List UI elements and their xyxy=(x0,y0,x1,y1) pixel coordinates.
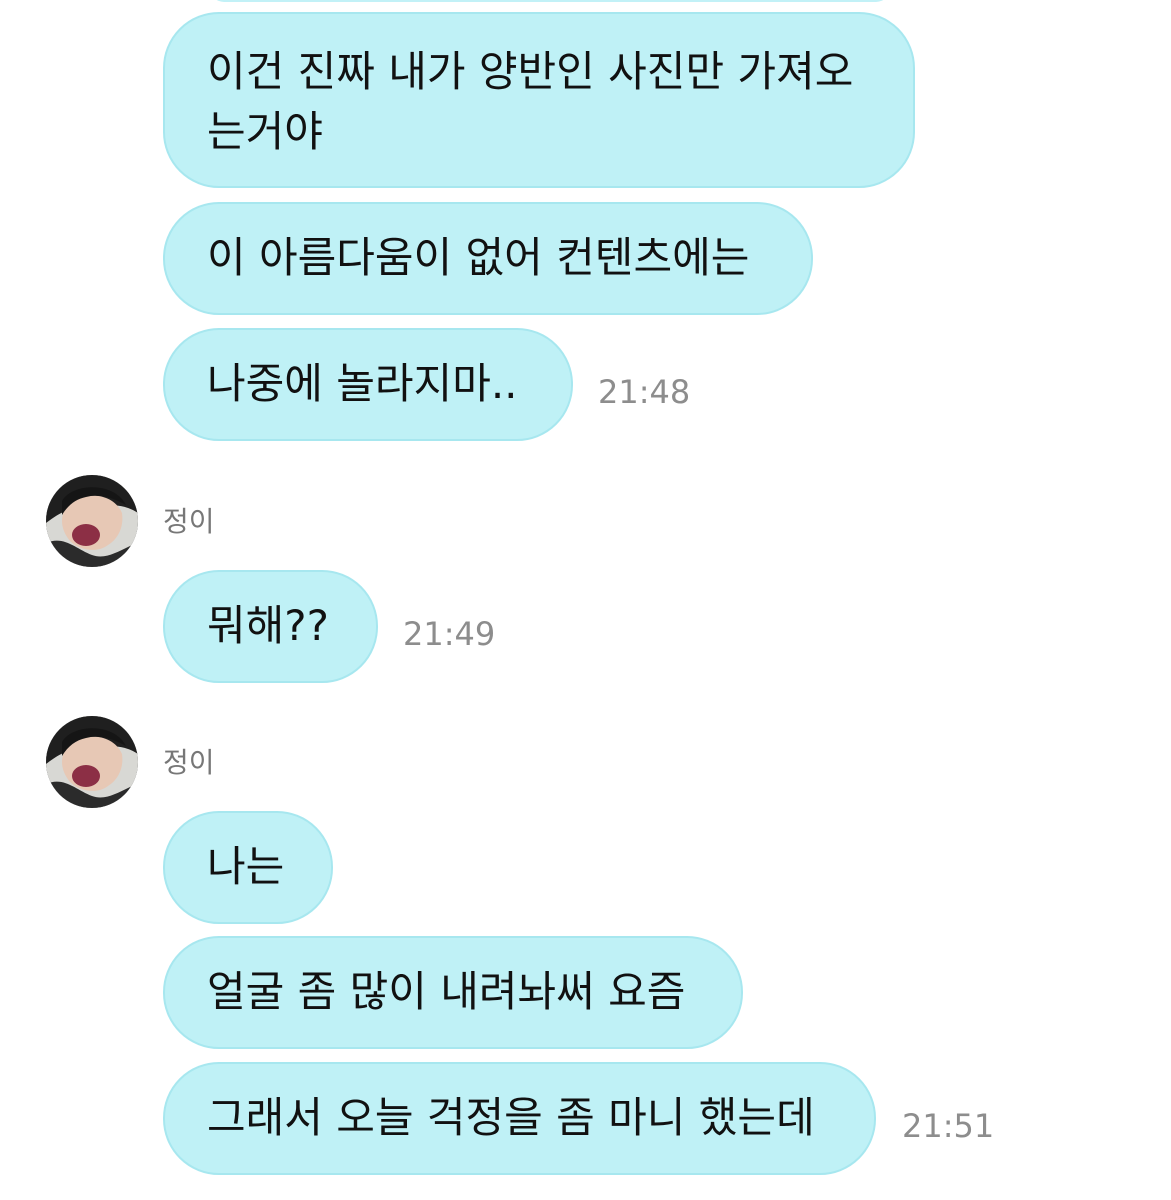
message-bubble[interactable]: 나는 xyxy=(163,811,333,924)
message-timestamp: 21:51 xyxy=(902,1107,995,1145)
message-bubble[interactable]: 이 아름다움이 없어 컨텐츠에는 xyxy=(163,202,813,315)
message-bubble[interactable]: 얼굴 좀 많이 내려놔써 요즘 xyxy=(163,936,743,1049)
message-bubble[interactable]: 나중에 놀라지마.. xyxy=(163,328,573,441)
chat-screen: 이건 진짜 내가 양반인 사진만 가져오 는거야 이 아름다움이 없어 컨텐츠에… xyxy=(0,0,1171,1200)
avatar[interactable] xyxy=(46,475,138,567)
profile-photo-icon xyxy=(46,716,138,808)
sender-name: 정이 xyxy=(163,746,215,779)
sender-name: 정이 xyxy=(163,505,215,538)
message-bubble[interactable]: 이건 진짜 내가 양반인 사진만 가져오 는거야 xyxy=(163,12,915,188)
message-timestamp: 21:49 xyxy=(403,615,496,653)
message-timestamp: 21:48 xyxy=(598,373,691,411)
previous-message-bubble-edge xyxy=(210,0,890,2)
avatar[interactable] xyxy=(46,716,138,808)
message-bubble[interactable]: 그래서 오늘 걱정을 좀 마니 했는데 xyxy=(163,1062,876,1175)
profile-photo-icon xyxy=(46,475,138,567)
message-bubble[interactable]: 뭐해?? xyxy=(163,570,378,683)
